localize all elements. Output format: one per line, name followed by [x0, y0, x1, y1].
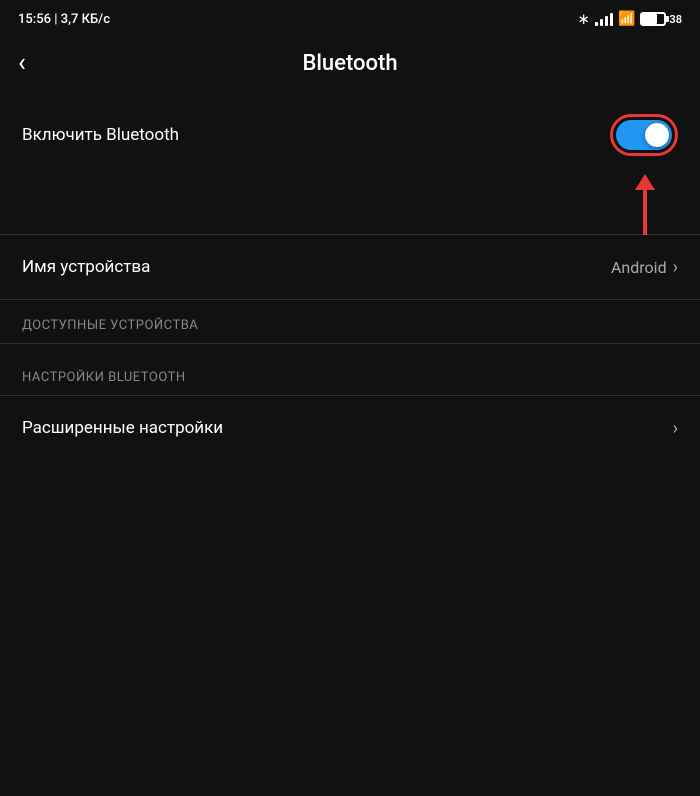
chevron-right-icon: › [673, 257, 678, 278]
wifi-icon: 📶 [618, 11, 635, 27]
status-bar: 15:56 | 3,7 КБ/с ∗ 📶 38 [0, 0, 700, 36]
arrow-head [635, 174, 655, 190]
bluetooth-toggle-label: Включить Bluetooth [22, 125, 179, 145]
status-time-speed: 15:56 | 3,7 КБ/с [18, 12, 110, 27]
available-devices-section-header: ДОСТУПНЫЕ УСТРОЙСТВА [0, 300, 700, 343]
device-name-row[interactable]: Имя устройства Android › [0, 235, 700, 299]
red-arrow [635, 174, 655, 235]
device-name-right: Android › [611, 257, 678, 278]
device-name-value: Android [611, 258, 667, 277]
battery-fill [642, 14, 656, 24]
bluetooth-settings-section: НАСТРОЙКИ BLUETOOTH [0, 352, 700, 395]
bluetooth-toggle-switch[interactable] [616, 120, 672, 150]
section-separator-2 [0, 343, 700, 344]
toggle-knob [645, 123, 669, 147]
back-button[interactable]: ‹ [18, 50, 26, 76]
settings-content: Включить Bluetooth Имя устройства Androi… [0, 96, 700, 460]
device-name-label: Имя устройства [22, 257, 150, 277]
signal-icon [595, 12, 613, 26]
bluetooth-toggle-row: Включить Bluetooth [0, 96, 700, 174]
bluetooth-settings-section-header: НАСТРОЙКИ BLUETOOTH [0, 352, 700, 395]
advanced-settings-row[interactable]: Расширенные настройки › [0, 396, 700, 460]
status-icons: ∗ 📶 38 [577, 10, 682, 28]
arrow-annotation [0, 174, 700, 234]
battery-container: 38 [640, 12, 682, 26]
arrow-line [643, 190, 647, 235]
status-time: 15:56 [18, 12, 51, 27]
battery-level: 38 [669, 13, 682, 26]
advanced-settings-label: Расширенные настройки [22, 418, 223, 438]
advanced-chevron-right-icon: › [673, 418, 678, 439]
status-network-speed: 3,7 КБ/с [61, 12, 110, 27]
page-title: Bluetooth [302, 51, 397, 76]
page-header: ‹ Bluetooth [0, 36, 700, 96]
bluetooth-status-icon: ∗ [577, 10, 590, 28]
battery-icon [640, 12, 666, 26]
bluetooth-toggle-highlight [610, 114, 678, 156]
